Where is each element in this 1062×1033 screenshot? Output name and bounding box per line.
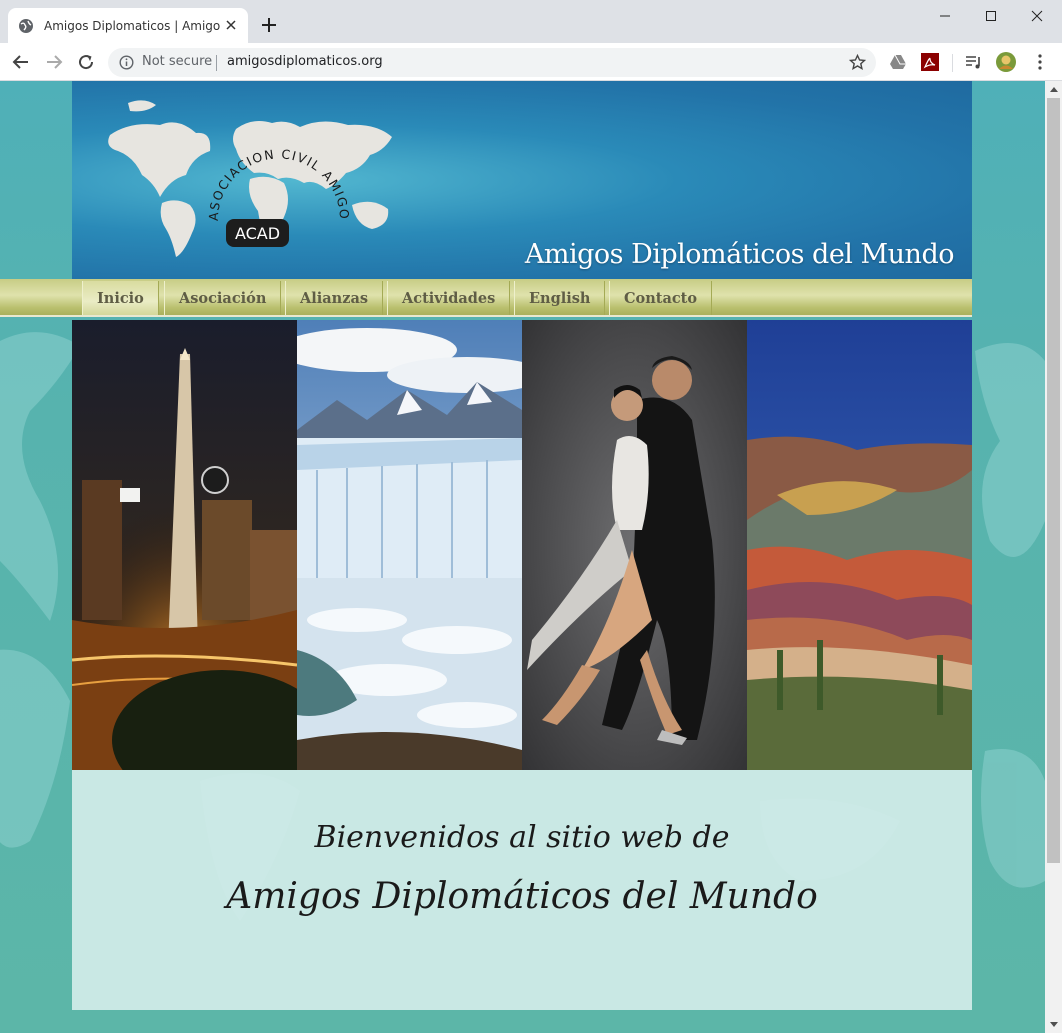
maximize-button[interactable] bbox=[968, 0, 1014, 32]
media-button[interactable] bbox=[964, 52, 984, 72]
browser-tab[interactable]: Amigos Diplomaticos | Amigos Diplomatico… bbox=[8, 8, 248, 43]
browser-titlebar: Amigos Diplomaticos | Amigos Diplomatico… bbox=[0, 0, 1062, 43]
site-header: ASOCIACION CIVIL AMIGOS DIPLOMATICOS ACA… bbox=[72, 81, 972, 279]
vertical-scrollbar[interactable] bbox=[1045, 81, 1062, 1033]
colorful-hills-photo bbox=[747, 320, 972, 770]
nav-inicio[interactable]: Inicio bbox=[82, 281, 159, 315]
new-tab-icon[interactable] bbox=[259, 15, 279, 35]
adobe-pdf-icon bbox=[921, 53, 939, 71]
close-tab-icon[interactable] bbox=[224, 18, 238, 32]
profile-avatar[interactable] bbox=[996, 52, 1016, 72]
kebab-menu-icon bbox=[1038, 54, 1042, 70]
scroll-down-button[interactable] bbox=[1045, 1016, 1062, 1033]
main-navigation: Inicio Asociación Alianzas Actividades E… bbox=[0, 279, 972, 317]
nav-actividades[interactable]: Actividades bbox=[387, 281, 511, 315]
back-arrow-icon bbox=[12, 55, 28, 69]
drive-icon bbox=[890, 54, 906, 69]
tango-dancers-photo bbox=[522, 320, 747, 770]
obelisk-night-photo bbox=[72, 320, 297, 770]
pdf-extension[interactable] bbox=[920, 52, 940, 72]
tab-title: Amigos Diplomaticos | Amigos Diplomatico… bbox=[44, 18, 220, 33]
nav-asociacion[interactable]: Asociación bbox=[164, 281, 282, 315]
close-window-button[interactable] bbox=[1014, 0, 1060, 32]
browser-toolbar: Not secure amigosdiplomaticos.org bbox=[0, 43, 1062, 81]
logo-badge: ACAD bbox=[226, 219, 289, 247]
security-label: Not secure bbox=[142, 54, 213, 69]
maximize-icon bbox=[986, 11, 996, 21]
scrollbar-thumb[interactable] bbox=[1047, 98, 1060, 863]
globe-icon bbox=[19, 18, 33, 33]
forward-arrow-icon bbox=[47, 55, 63, 69]
divider bbox=[216, 55, 217, 71]
welcome-site-name: Amigos Diplomáticos del Mundo bbox=[226, 876, 818, 917]
scroll-down-arrow-icon bbox=[1049, 1022, 1058, 1027]
nav-english[interactable]: English bbox=[514, 281, 606, 315]
address-bar[interactable]: Not secure amigosdiplomaticos.org bbox=[108, 48, 876, 77]
glacier-photo bbox=[297, 320, 522, 770]
minimize-icon bbox=[940, 15, 950, 17]
nav-alianzas[interactable]: Alianzas bbox=[285, 281, 383, 315]
playlist-icon bbox=[966, 56, 980, 69]
toolbar-divider bbox=[952, 54, 953, 72]
photo-collage bbox=[72, 320, 972, 770]
drive-extension[interactable] bbox=[888, 52, 908, 72]
forward-button[interactable] bbox=[44, 52, 64, 72]
close-icon bbox=[1031, 10, 1043, 22]
welcome-heading: Bienvenidos al sitio web de bbox=[314, 820, 730, 855]
nav-contacto[interactable]: Contacto bbox=[609, 281, 713, 315]
back-button[interactable] bbox=[11, 52, 31, 72]
info-icon[interactable] bbox=[119, 55, 134, 70]
reload-button[interactable] bbox=[76, 52, 96, 72]
reload-icon bbox=[79, 55, 94, 70]
welcome-section: Bienvenidos al sitio web de Amigos Diplo… bbox=[72, 770, 972, 1010]
bookmark-star-icon[interactable] bbox=[849, 54, 866, 71]
menu-button[interactable] bbox=[1030, 52, 1050, 72]
page-viewport: ASOCIACION CIVIL AMIGOS DIPLOMATICOS ACA… bbox=[0, 81, 1045, 1033]
minimize-button[interactable] bbox=[922, 0, 968, 32]
site-title: Amigos Diplomáticos del Mundo bbox=[524, 239, 955, 270]
scroll-up-arrow-icon bbox=[1049, 87, 1058, 92]
scroll-up-button[interactable] bbox=[1045, 81, 1062, 98]
url-text[interactable]: amigosdiplomaticos.org bbox=[227, 54, 383, 69]
avatar-icon bbox=[996, 52, 1016, 72]
